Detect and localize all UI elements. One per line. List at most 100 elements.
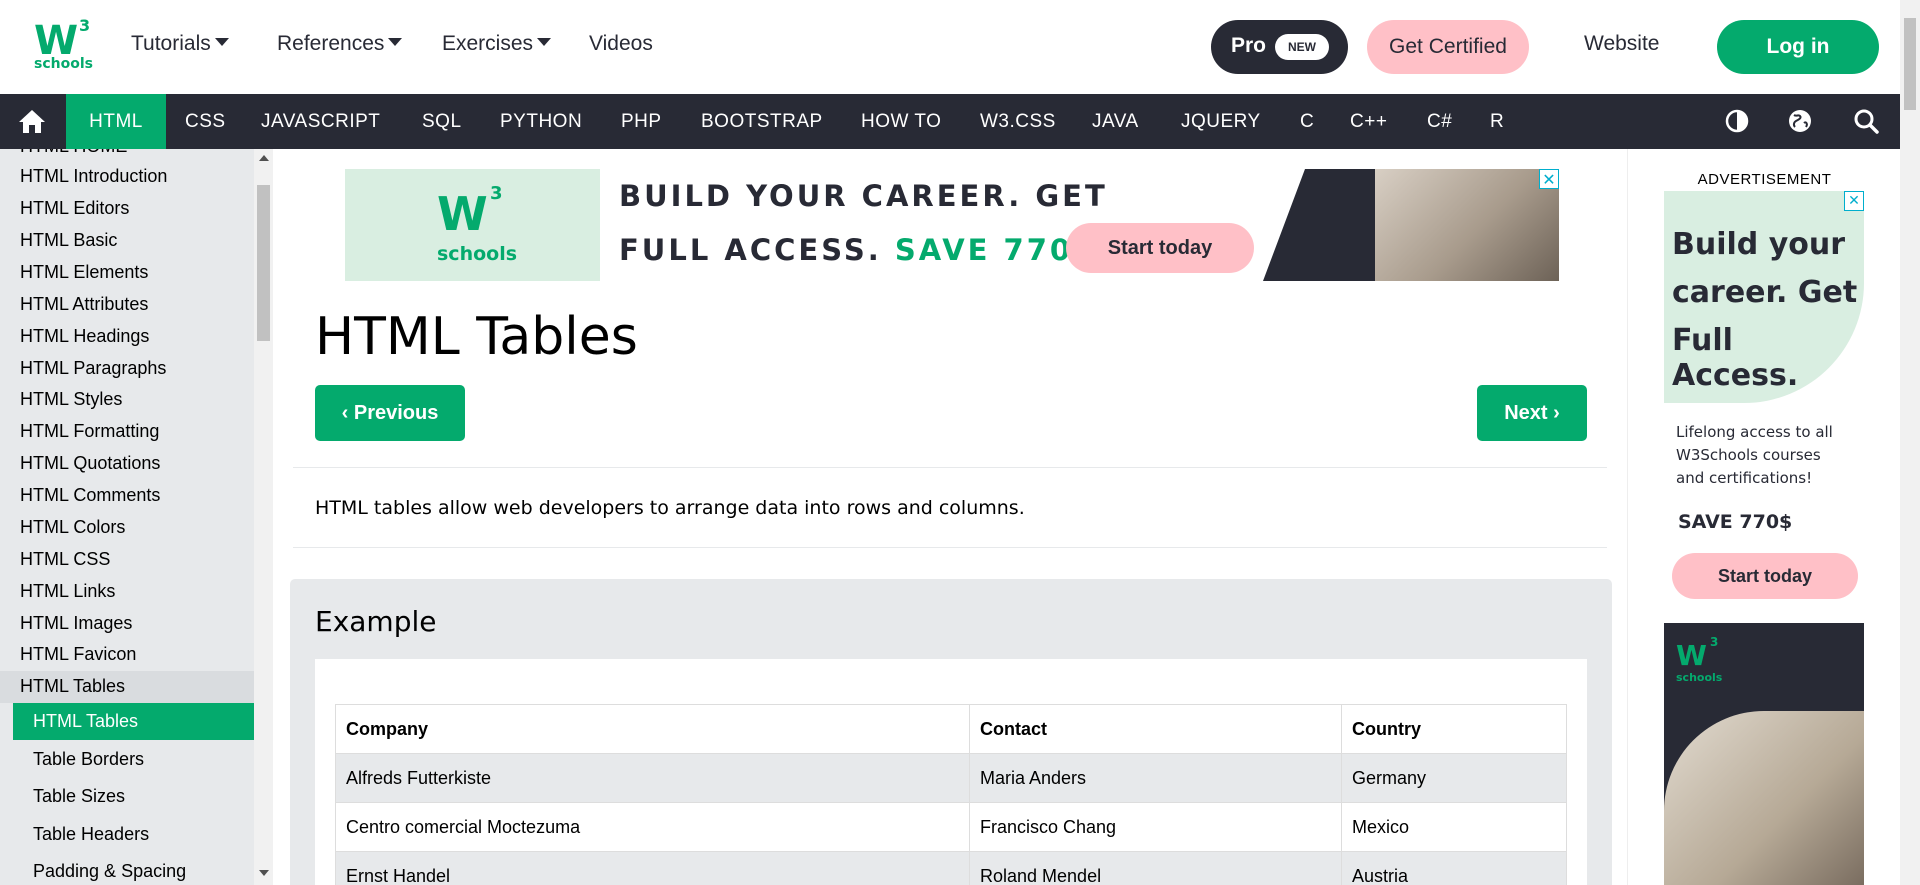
sidebar-item-images[interactable]: HTML Images	[20, 613, 132, 634]
sidebar-item-colors[interactable]: HTML Colors	[20, 517, 125, 538]
topic-javascript[interactable]: JAVASCRIPT	[261, 94, 380, 149]
topic-r[interactable]: R	[1490, 94, 1504, 149]
sidebar-item-quotations[interactable]: HTML Quotations	[20, 453, 160, 474]
contrast-icon[interactable]	[1723, 107, 1751, 135]
main-content: W 3 schools BUILD YOUR CAREER. GET FULL …	[273, 149, 1627, 885]
banner-ad[interactable]: W 3 schools BUILD YOUR CAREER. GET FULL …	[345, 169, 1559, 281]
topic-html[interactable]: HTML	[66, 94, 166, 149]
ad-logo-w: W	[1676, 639, 1707, 672]
topic-java[interactable]: JAVA	[1092, 94, 1139, 149]
scroll-down-arrow-icon[interactable]	[259, 870, 269, 876]
sidebar-sub-table-headers[interactable]: Table Headers	[13, 816, 254, 853]
sidebar-sub-label: Padding & Spacing	[33, 861, 187, 881]
get-certified-button[interactable]: Get Certified	[1367, 20, 1529, 74]
sidebar-item-introduction[interactable]: HTML Introduction	[20, 166, 167, 187]
ad-heading-line: Full Access.	[1672, 323, 1799, 393]
topic-sql[interactable]: SQL	[422, 94, 462, 149]
sidebar-item-paragraphs[interactable]: HTML Paragraphs	[20, 358, 166, 379]
sidebar-scroll-thumb[interactable]	[257, 185, 270, 341]
references-label: References	[277, 32, 385, 55]
globe-icon[interactable]	[1786, 107, 1814, 135]
pro-button[interactable]: Pro NEW	[1211, 20, 1348, 74]
divider	[293, 547, 1607, 548]
sidebar-item-editors[interactable]: HTML Editors	[20, 198, 129, 219]
banner-logo-sub: schools	[437, 243, 518, 265]
sidebar-item-basic[interactable]: HTML Basic	[20, 230, 117, 251]
topic-csharp[interactable]: C#	[1427, 94, 1452, 149]
banner-logo-w: W	[437, 187, 488, 241]
login-button[interactable]: Log in	[1717, 20, 1879, 74]
advertisement-label: ADVERTISEMENT	[1697, 171, 1832, 188]
topic-how-to[interactable]: HOW TO	[861, 94, 941, 149]
banner-start-button[interactable]: Start today	[1066, 223, 1254, 273]
previous-button[interactable]: ‹ Previous	[315, 385, 465, 441]
caret-down-icon	[214, 38, 229, 47]
scroll-up-arrow-icon[interactable]	[259, 155, 269, 161]
sidebar-item-elements[interactable]: HTML Elements	[20, 262, 148, 283]
tutorials-label: Tutorials	[131, 32, 211, 55]
sidebar-item-formatting[interactable]: HTML Formatting	[20, 421, 159, 442]
example-box: Example Company Contact Country Alfreds …	[290, 579, 1612, 885]
topic-css[interactable]: CSS	[185, 94, 226, 149]
topic-python[interactable]: PYTHON	[500, 94, 582, 149]
w3schools-logo[interactable]: W 3 schools	[30, 16, 94, 76]
references-menu[interactable]: References	[277, 32, 403, 56]
sidebar-scrollbar[interactable]	[254, 149, 273, 885]
close-icon[interactable]: ✕	[1539, 169, 1559, 189]
sidebar-sub-table-sizes[interactable]: Table Sizes	[13, 778, 254, 815]
table-cell: Austria	[1341, 851, 1567, 885]
demo-table: Company Contact Country Alfreds Futterki…	[335, 704, 1567, 885]
home-button[interactable]	[0, 94, 66, 149]
topic-jquery[interactable]: JQUERY	[1181, 94, 1261, 149]
banner-photo	[1375, 169, 1559, 281]
table-cell: Centro comercial Moctezuma	[335, 802, 970, 852]
sidebar-item-headings[interactable]: HTML Headings	[20, 326, 149, 347]
next-label: Next	[1504, 402, 1548, 424]
topics-nav: HTML CSS JAVASCRIPT SQL PYTHON PHP BOOTS…	[0, 94, 1900, 149]
sidebar-item-favicon[interactable]: HTML Favicon	[20, 644, 136, 665]
page-scroll-thumb[interactable]	[1904, 18, 1916, 110]
sidebar-item-attributes[interactable]: HTML Attributes	[20, 294, 148, 315]
topic-php[interactable]: PHP	[621, 94, 662, 149]
new-badge: NEW	[1275, 34, 1329, 60]
ad-start-button[interactable]: Start today	[1672, 553, 1858, 599]
sidebar-item-styles[interactable]: HTML Styles	[20, 389, 122, 410]
page-title: HTML Tables	[315, 307, 638, 367]
search-icon[interactable]	[1852, 107, 1880, 135]
close-icon[interactable]: ✕	[1844, 191, 1864, 211]
topic-bootstrap[interactable]: BOOTSTRAP	[701, 94, 823, 149]
sidebar-item-html-home[interactable]: HTML HOME	[20, 149, 127, 157]
banner-line-2: FULL ACCESS. SAVE 770$	[619, 233, 1096, 267]
videos-link[interactable]: Videos	[589, 32, 653, 56]
sidebar-item-css[interactable]: HTML CSS	[20, 549, 110, 570]
exercises-menu[interactable]: Exercises	[442, 32, 552, 56]
tutorials-menu[interactable]: Tutorials	[131, 32, 229, 56]
previous-label: Previous	[353, 402, 439, 424]
side-ad[interactable]: Build your career. Get Full Access. Life…	[1664, 191, 1864, 885]
logo-superscript: 3	[79, 16, 91, 35]
sidebar-item-links[interactable]: HTML Links	[20, 581, 115, 602]
ad-heading-line: Build your	[1672, 227, 1846, 262]
banner-line-2-prefix: FULL ACCESS.	[619, 233, 882, 267]
banner-logo-area: W 3 schools	[345, 169, 600, 281]
topic-cpp[interactable]: C++	[1350, 94, 1387, 149]
website-link[interactable]: Website	[1584, 32, 1659, 56]
ad-body-line: and certifications!	[1676, 469, 1813, 487]
pro-label: Pro	[1231, 34, 1267, 57]
table-cell: Maria Anders	[969, 753, 1342, 803]
table-cell: Ernst Handel	[335, 851, 970, 885]
example-title: Example	[315, 605, 437, 638]
caret-down-icon	[388, 38, 403, 47]
page-scrollbar[interactable]	[1900, 0, 1920, 885]
sidebar-sub-table-borders[interactable]: Table Borders	[13, 741, 254, 778]
divider	[293, 467, 1607, 468]
next-button[interactable]: Next ›	[1477, 385, 1587, 441]
sidebar-sub-html-tables[interactable]: HTML Tables	[13, 703, 254, 740]
topic-c[interactable]: C	[1300, 94, 1314, 149]
topic-w3css[interactable]: W3.CSS	[980, 94, 1056, 149]
top-header: W 3 schools Tutorials References Exercis…	[0, 0, 1920, 94]
sidebar-sub-label: HTML Tables	[33, 711, 139, 731]
sidebar-sub-padding-spacing[interactable]: Padding & Spacing	[13, 853, 254, 885]
table-cell: Roland Mendel	[969, 851, 1342, 885]
sidebar-item-comments[interactable]: HTML Comments	[20, 485, 160, 506]
